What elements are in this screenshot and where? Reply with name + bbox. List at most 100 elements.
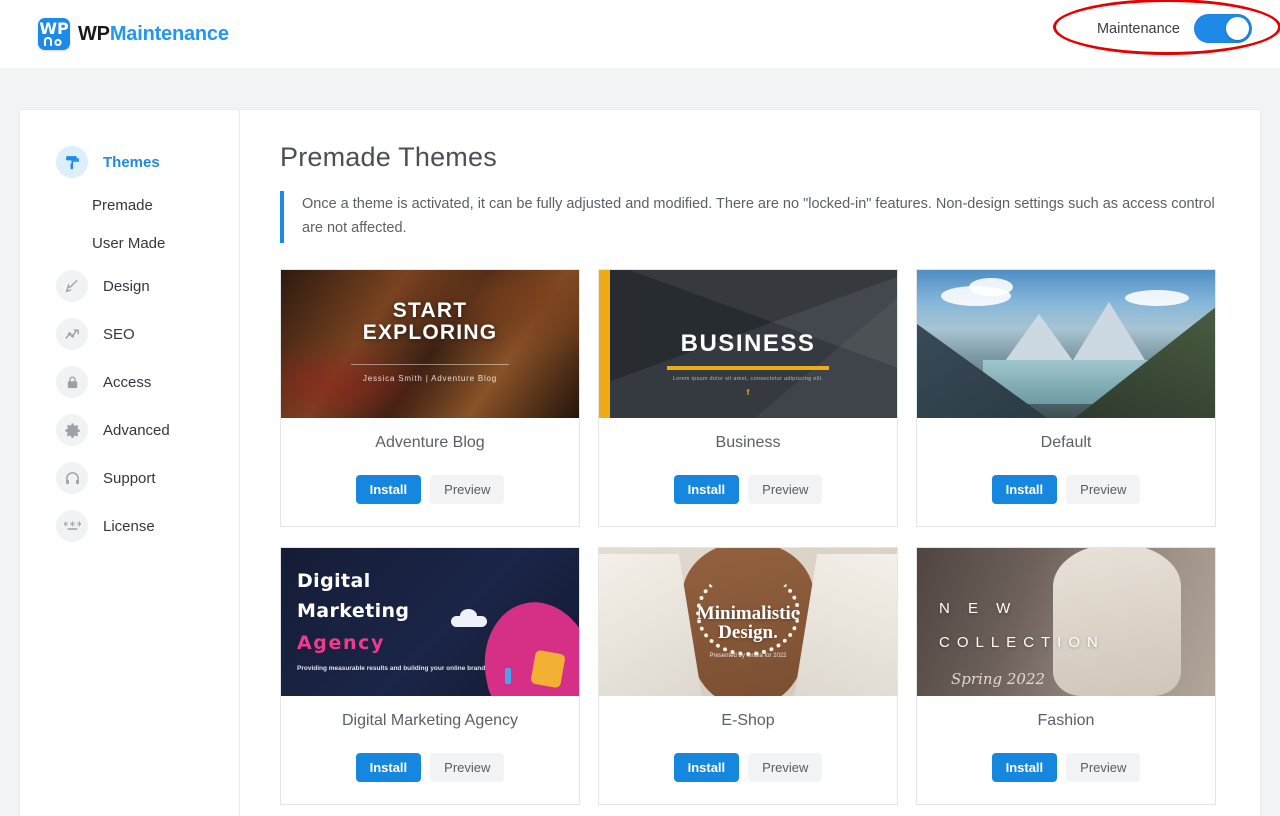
theme-name: Default bbox=[1040, 433, 1092, 451]
sidebar-item-label: SEO bbox=[103, 325, 135, 343]
thumb-title-line2: Marketing bbox=[297, 599, 410, 622]
theme-name: E-Shop bbox=[721, 711, 775, 729]
wp-maintenance-logo-icon: WP bbox=[38, 18, 70, 50]
card-actions: Install Preview bbox=[281, 752, 579, 804]
analytics-chart-icon bbox=[56, 318, 88, 350]
install-button[interactable]: Install bbox=[355, 752, 422, 782]
theme-thumbnail: Minimalistic Design. Presented by Iorall… bbox=[599, 547, 897, 696]
theme-card-digital-marketing-agency[interactable]: Digital Marketing Agency Providing measu… bbox=[280, 546, 580, 805]
thumb-title: START EXPLORING bbox=[281, 298, 579, 344]
sidebar-item-advanced[interactable]: Advanced bbox=[20, 406, 239, 454]
logo-glyph-sub bbox=[44, 37, 62, 46]
card-actions: Install Preview bbox=[917, 752, 1215, 804]
app-logo[interactable]: WP WPMaintenance bbox=[38, 18, 229, 50]
cloud-icon bbox=[451, 608, 487, 627]
decorative-blob bbox=[472, 591, 579, 696]
preview-button[interactable]: Preview bbox=[430, 752, 505, 782]
lock-icon bbox=[56, 366, 88, 398]
theme-card-e-shop[interactable]: Minimalistic Design. Presented by Iorall… bbox=[598, 546, 898, 805]
maintenance-toggle-group: Maintenance bbox=[1097, 14, 1252, 43]
preview-button[interactable]: Preview bbox=[1066, 474, 1141, 504]
top-bar: WP WPMaintenance Maintenance bbox=[0, 0, 1280, 68]
maintenance-label: Maintenance bbox=[1096, 20, 1180, 37]
sidebar-item-license[interactable]: ∗∗∗ License bbox=[20, 502, 239, 550]
thumb-title-line1: N E W bbox=[939, 599, 1018, 617]
thumb-title: Minimalistic Design. bbox=[599, 604, 897, 642]
sidebar-item-label: Design bbox=[103, 277, 150, 295]
theme-name: Fashion bbox=[1037, 711, 1095, 729]
card-actions: Install Preview bbox=[281, 474, 579, 526]
info-notice: Once a theme is activated, it can be ful… bbox=[280, 191, 1220, 243]
paint-brush-icon bbox=[56, 270, 88, 302]
thumb-title-line2: Design. bbox=[718, 621, 778, 643]
sidebar-item-label: License bbox=[103, 517, 155, 535]
theme-name: Business bbox=[715, 433, 781, 451]
cloud-shape bbox=[969, 277, 1013, 296]
theme-grid: START EXPLORING Jessica Smith | Adventur… bbox=[280, 268, 1220, 805]
sidebar-item-user-made[interactable]: User Made bbox=[20, 224, 239, 262]
theme-thumbnail: N E W COLLECTION Spring 2022 bbox=[917, 547, 1215, 696]
logo-letter-m: WP bbox=[39, 19, 69, 38]
theme-thumbnail: Digital Marketing Agency Providing measu… bbox=[281, 547, 579, 696]
preview-button[interactable]: Preview bbox=[748, 474, 823, 504]
thumb-subtitle: Jessica Smith | Adventure Blog bbox=[362, 373, 498, 383]
theme-thumbnail: START EXPLORING Jessica Smith | Adventur… bbox=[281, 269, 579, 418]
theme-card-adventure-blog[interactable]: START EXPLORING Jessica Smith | Adventur… bbox=[280, 268, 580, 527]
preview-button[interactable]: Preview bbox=[430, 474, 505, 504]
theme-card-business[interactable]: BUSINESS Lorem ipsum dolor sit amet, con… bbox=[598, 268, 898, 527]
sidebar-item-label: Support bbox=[103, 469, 156, 487]
gear-icon bbox=[56, 414, 88, 446]
svg-text:∗∗∗: ∗∗∗ bbox=[64, 519, 81, 529]
logo-wordmark: WPMaintenance bbox=[78, 23, 229, 46]
card-actions: Install Preview bbox=[599, 752, 897, 804]
password-key-icon: ∗∗∗ bbox=[56, 510, 88, 542]
card-actions: Install Preview bbox=[599, 474, 897, 526]
decorative-blob-yellow bbox=[530, 649, 566, 689]
thumb-title-line1: Minimalistic bbox=[696, 602, 800, 624]
theme-thumbnail: BUSINESS Lorem ipsum dolor sit amet, con… bbox=[599, 269, 897, 418]
preview-button[interactable]: Preview bbox=[748, 752, 823, 782]
thumb-subtitle: Lorem ipsum dolor sit amet, consectetur … bbox=[672, 375, 824, 382]
sidebar-item-label: Access bbox=[103, 373, 152, 391]
theme-thumbnail bbox=[917, 269, 1215, 418]
content-area: Premade Themes Once a theme is activated… bbox=[240, 110, 1260, 816]
sidebar-item-design[interactable]: Design bbox=[20, 262, 239, 310]
theme-name: Digital Marketing Agency bbox=[341, 711, 519, 729]
sidebar-item-label: Premade bbox=[92, 196, 153, 214]
maintenance-toggle[interactable] bbox=[1194, 14, 1252, 43]
sidebar-item-label: Advanced bbox=[103, 421, 170, 439]
thumb-title-line1: START bbox=[392, 298, 468, 322]
main-panel: Themes Premade User Made Design SEO Acce… bbox=[20, 110, 1260, 816]
sidebar-item-label: Themes bbox=[103, 153, 160, 171]
headset-icon bbox=[56, 462, 88, 494]
photo-subject bbox=[1053, 547, 1181, 696]
thumb-subtitle: Presented by Ioralla for 2022 bbox=[709, 652, 787, 659]
logo-text-wp: WP bbox=[78, 22, 110, 45]
theme-card-default[interactable]: Default Install Preview bbox=[916, 268, 1216, 527]
thumb-title-line2: COLLECTION bbox=[939, 633, 1105, 651]
install-button[interactable]: Install bbox=[355, 474, 422, 504]
install-button[interactable]: Install bbox=[991, 752, 1058, 782]
sidebar-item-themes[interactable]: Themes bbox=[20, 138, 239, 186]
install-button[interactable]: Install bbox=[991, 474, 1058, 504]
theme-card-fashion[interactable]: N E W COLLECTION Spring 2022 Fashion Ins… bbox=[916, 546, 1216, 805]
sidebar-item-support[interactable]: Support bbox=[20, 454, 239, 502]
page-title: Premade Themes bbox=[280, 142, 497, 172]
card-actions: Install Preview bbox=[917, 474, 1215, 526]
toggle-knob bbox=[1226, 17, 1249, 40]
sidebar-item-seo[interactable]: SEO bbox=[20, 310, 239, 358]
thumb-underline bbox=[667, 365, 829, 370]
facebook-icon: f bbox=[746, 387, 750, 397]
sidebar-item-label: User Made bbox=[92, 234, 166, 252]
sidebar-item-access[interactable]: Access bbox=[20, 358, 239, 406]
install-button[interactable]: Install bbox=[673, 752, 740, 782]
preview-button[interactable]: Preview bbox=[1066, 752, 1141, 782]
decorative-chip bbox=[505, 667, 511, 684]
sidebar: Themes Premade User Made Design SEO Acce… bbox=[20, 110, 240, 816]
thumb-divider bbox=[351, 363, 509, 365]
install-button[interactable]: Install bbox=[673, 474, 740, 504]
sidebar-item-premade[interactable]: Premade bbox=[20, 186, 239, 224]
thumb-title: BUSINESS bbox=[680, 329, 816, 357]
thumb-subtitle: Spring 2022 bbox=[951, 669, 1046, 688]
logo-text-maintenance: Maintenance bbox=[109, 22, 229, 45]
